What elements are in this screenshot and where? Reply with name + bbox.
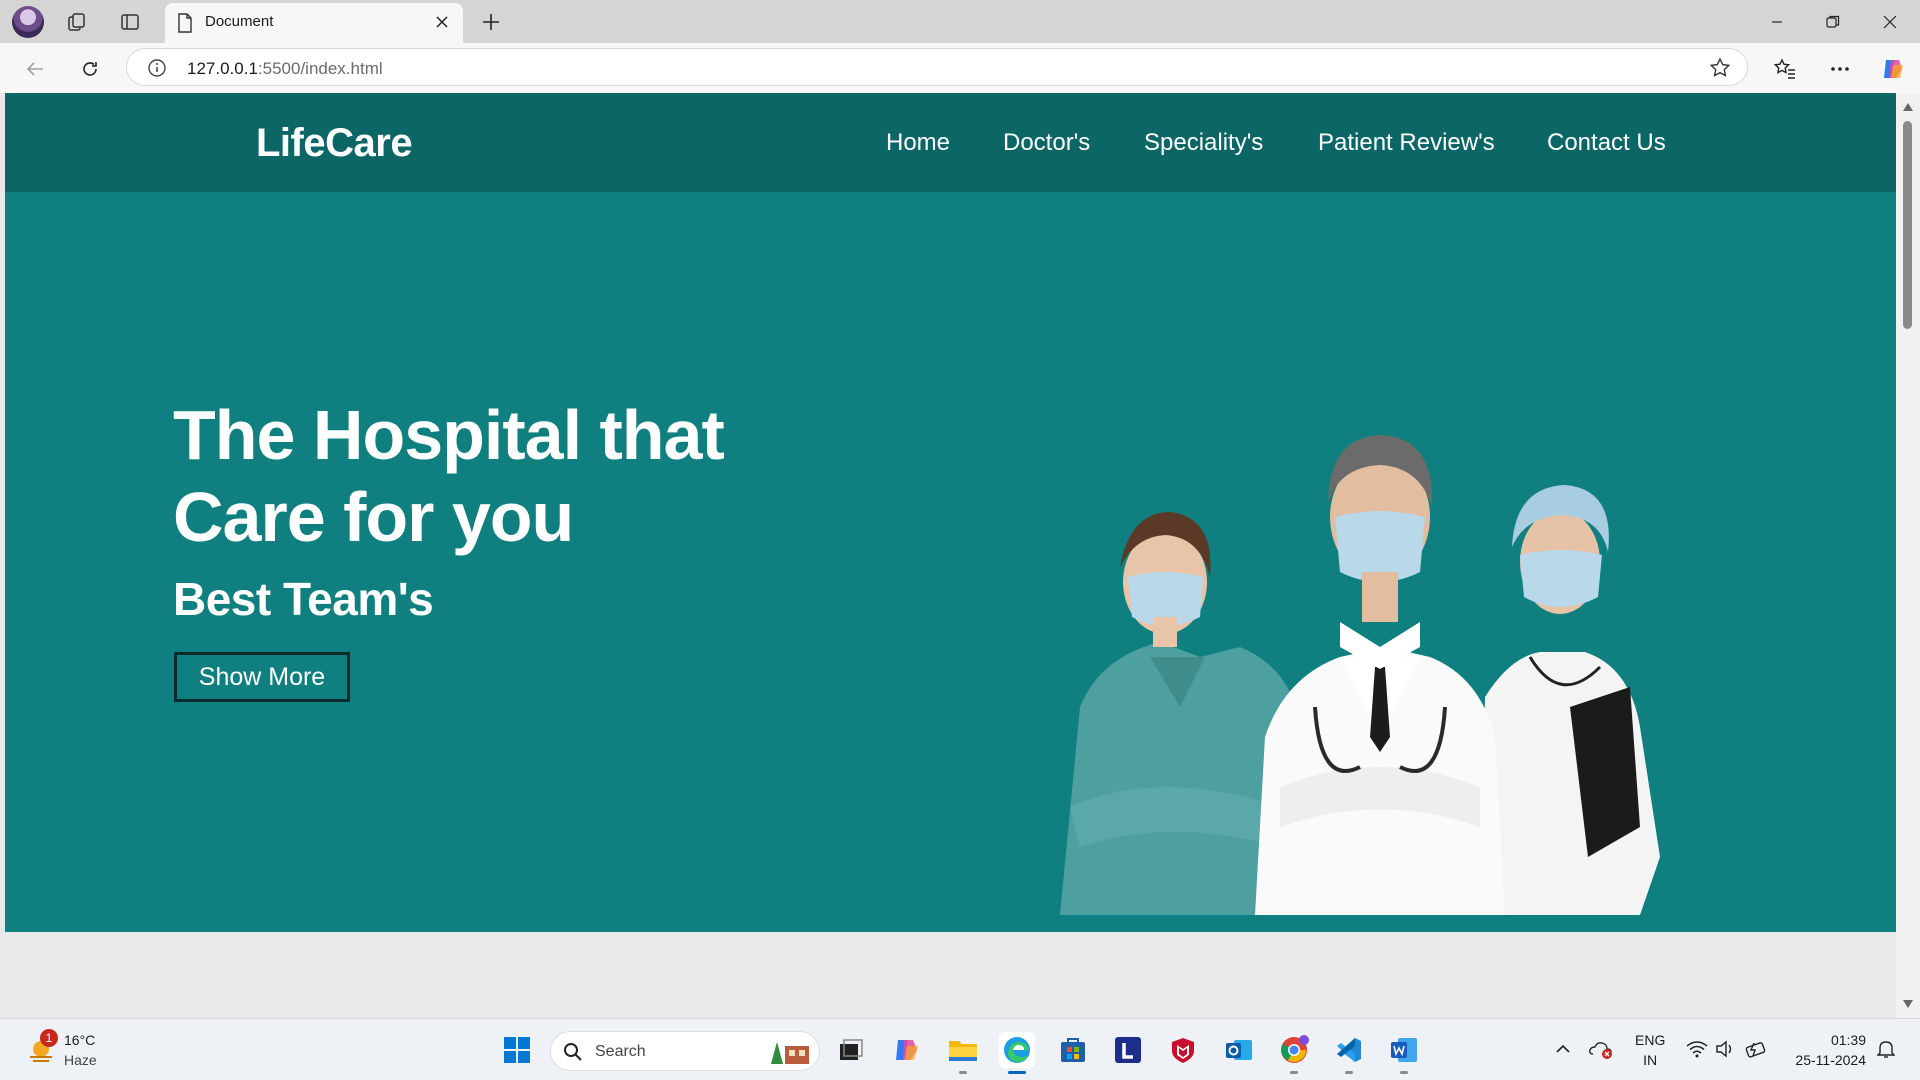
search-label: Search — [595, 1043, 646, 1060]
edge-browser-icon[interactable] — [999, 1032, 1035, 1074]
windows-taskbar: 1 16°C Haze Search ENG IN 01:39 25-11-20… — [0, 1018, 1920, 1080]
new-tab-icon[interactable] — [478, 9, 504, 35]
region-code: IN — [1643, 1052, 1658, 1068]
search-highlight-icon — [771, 1042, 809, 1064]
scroll-down-arrow-icon[interactable] — [1902, 998, 1914, 1010]
battery-charging-icon[interactable] — [1744, 1037, 1770, 1061]
nav-link-home[interactable]: Home — [886, 129, 950, 157]
web-page: LifeCare Home Doctor's Speciality's Pati… — [5, 93, 1896, 1018]
workspaces-icon[interactable] — [64, 9, 90, 35]
close-tab-icon[interactable] — [431, 11, 453, 33]
copilot-icon[interactable] — [1878, 54, 1908, 84]
restore-icon[interactable] — [1813, 8, 1853, 36]
nav-link-patient-reviews[interactable]: Patient Review's — [1318, 129, 1495, 157]
input-language[interactable]: ENG IN — [1635, 1030, 1665, 1070]
search-icon — [564, 1043, 582, 1061]
doctors-team-image — [1060, 435, 1660, 915]
hero-section: The Hospital that Care for you Best Team… — [5, 192, 1896, 932]
clock-date: 25-11-2024 — [1795, 1052, 1866, 1068]
clock-time: 01:39 — [1830, 1032, 1866, 1048]
more-options-icon[interactable] — [1825, 54, 1855, 84]
taskbar-search-box[interactable]: Search — [550, 1031, 820, 1071]
favorites-icon[interactable] — [1770, 54, 1800, 84]
onedrive-error-icon[interactable] — [1588, 1037, 1614, 1061]
show-hidden-icons-chevron-icon[interactable] — [1553, 1037, 1573, 1061]
favorite-star-icon[interactable] — [1709, 57, 1731, 79]
profile-avatar[interactable] — [12, 6, 44, 38]
url-path: :5500/index.html — [257, 59, 383, 78]
outlook-icon[interactable] — [1221, 1032, 1257, 1068]
nav-link-contact-us[interactable]: Contact Us — [1547, 129, 1666, 157]
chrome-icon[interactable] — [1276, 1032, 1312, 1074]
page-scrollbar[interactable] — [1896, 93, 1920, 1018]
scrollbar-thumb[interactable] — [1903, 121, 1912, 329]
hero-title: The Hospital that Care for you — [173, 396, 725, 556]
windows-start-icon[interactable] — [499, 1032, 535, 1068]
volume-icon[interactable] — [1714, 1037, 1738, 1061]
address-bar-row: 127.0.0.1:5500/index.html — [0, 43, 1920, 93]
vscode-icon[interactable] — [1331, 1032, 1367, 1074]
weather-badge: 1 — [40, 1029, 58, 1047]
microsoft-store-icon[interactable] — [1055, 1032, 1091, 1068]
system-clock[interactable]: 01:39 25-11-2024 — [1786, 1030, 1866, 1070]
tab-document[interactable]: Document — [165, 3, 463, 43]
vertical-tabs-icon[interactable] — [117, 9, 143, 35]
site-info-icon[interactable] — [147, 58, 167, 78]
task-view-icon[interactable] — [833, 1032, 869, 1068]
language-code: ENG — [1635, 1032, 1666, 1048]
tab-title: Document — [205, 13, 274, 30]
wifi-icon[interactable] — [1685, 1037, 1709, 1061]
show-more-button[interactable]: Show More — [174, 652, 350, 702]
weather-temperature[interactable]: 16°C — [64, 1032, 95, 1048]
word-icon[interactable] — [1386, 1032, 1422, 1074]
browser-tab-bar: Document — [0, 0, 1920, 43]
file-explorer-icon[interactable] — [945, 1032, 981, 1074]
site-navbar: LifeCare Home Doctor's Speciality's Pati… — [5, 93, 1896, 192]
mcafee-icon[interactable] — [1165, 1032, 1201, 1068]
copilot-app-icon[interactable] — [889, 1032, 925, 1068]
letter-l-app-icon[interactable] — [1110, 1032, 1146, 1068]
document-icon — [178, 13, 192, 33]
minimize-icon[interactable] — [1757, 8, 1797, 36]
site-logo[interactable]: LifeCare — [256, 121, 413, 166]
close-window-icon[interactable] — [1870, 8, 1910, 36]
notifications-bell-icon[interactable] — [1874, 1037, 1898, 1061]
url-text: 127.0.0.1:5500/index.html — [187, 59, 383, 79]
url-field[interactable]: 127.0.0.1:5500/index.html — [126, 48, 1748, 86]
url-host: 127.0.0.1 — [187, 59, 258, 78]
weather-description[interactable]: Haze — [64, 1052, 97, 1068]
back-arrow-icon[interactable] — [20, 54, 50, 84]
hero-subtitle: Best Team's — [173, 573, 434, 625]
nav-link-specialities[interactable]: Speciality's — [1144, 129, 1263, 157]
scroll-up-arrow-icon[interactable] — [1902, 101, 1914, 113]
refresh-icon[interactable] — [75, 54, 105, 84]
nav-link-doctors[interactable]: Doctor's — [1003, 129, 1090, 157]
